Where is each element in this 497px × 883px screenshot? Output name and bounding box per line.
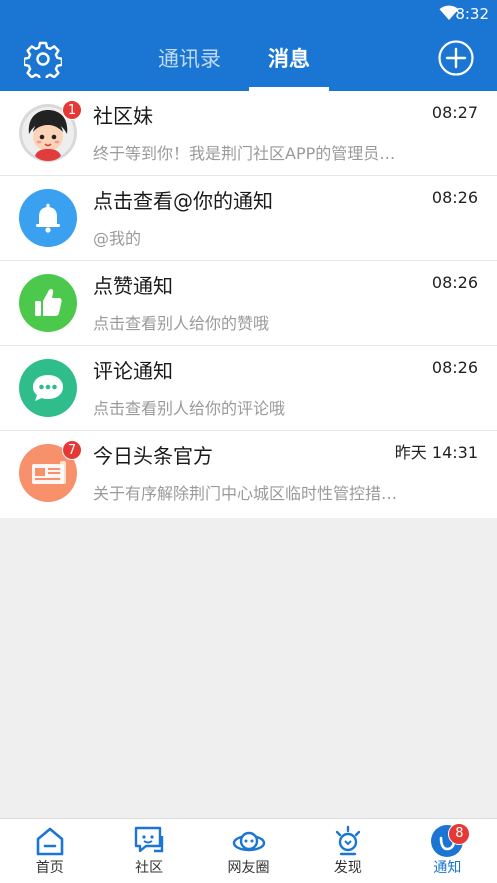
comment-icon <box>19 359 77 417</box>
nav-label: 社区 <box>135 860 164 876</box>
message-sender: 今日头条官方 <box>93 444 213 468</box>
nav-home[interactable]: 首页 <box>0 819 99 883</box>
nav-unread-badge: 8 <box>448 823 471 845</box>
unread-badge: 7 <box>62 440 82 460</box>
message-preview: 终于等到你！我是荆门社区APP的管理员… <box>93 144 396 163</box>
bottom-nav: 首页 社区 网友圈 发现 8 通知 <box>0 818 497 883</box>
message-sender: 点赞通知 <box>93 274 173 298</box>
header-tabs: 通讯录 消息 <box>150 28 329 91</box>
message-preview: 点击查看别人给你的赞哦 <box>93 314 270 333</box>
message-row-community-girl[interactable]: 1 社区妹 终于等到你！我是荆门社区APP的管理员… 08:27 <box>0 91 497 176</box>
message-list: 1 社区妹 终于等到你！我是荆门社区APP的管理员… 08:27 点击查看@你的… <box>0 91 497 518</box>
message-time: 08:27 <box>431 103 478 122</box>
nav-label: 通知 <box>433 860 462 876</box>
bell-icon <box>19 189 77 247</box>
status-time: 8:32 <box>455 5 489 23</box>
unread-badge: 1 <box>62 100 82 120</box>
message-preview: @我的 <box>93 229 142 248</box>
thumbs-up-icon <box>19 274 77 332</box>
message-preview: 关于有序解除荆门中心城区临时性管控措… <box>93 484 398 503</box>
plus-circle-icon[interactable] <box>438 40 474 76</box>
message-sender: 评论通知 <box>93 359 173 383</box>
nav-discover[interactable]: 发现 <box>298 819 397 883</box>
planet-icon <box>232 831 265 852</box>
community-icon <box>134 826 164 853</box>
status-bar: 8:32 <box>0 0 497 28</box>
nav-label: 首页 <box>35 860 64 876</box>
message-time: 08:26 <box>431 188 478 207</box>
nav-community[interactable]: 社区 <box>99 819 198 883</box>
message-row-mentions[interactable]: 点击查看@你的通知 @我的 08:26 <box>0 176 497 261</box>
home-icon <box>36 827 64 856</box>
tab-messages[interactable]: 消息 <box>249 28 329 91</box>
top-bar: 通讯录 消息 <box>0 28 497 91</box>
message-time: 08:26 <box>431 358 478 377</box>
message-preview: 点击查看别人给你的评论哦 <box>93 399 286 418</box>
message-time: 08:26 <box>431 273 478 292</box>
message-row-likes[interactable]: 点赞通知 点击查看别人给你的赞哦 08:26 <box>0 261 497 346</box>
discover-icon <box>335 825 361 856</box>
nav-friends-circle[interactable]: 网友圈 <box>199 819 298 883</box>
message-sender: 点击查看@你的通知 <box>93 189 273 213</box>
tab-contacts[interactable]: 通讯录 <box>150 28 229 91</box>
app-screen: 8:32 通讯录 消息 1 社区妹 终于等到你！我是荆门社区APP的管理员… 0… <box>0 0 497 883</box>
message-row-comments[interactable]: 评论通知 点击查看别人给你的评论哦 08:26 <box>0 346 497 431</box>
nav-notifications[interactable]: 8 通知 <box>398 819 497 883</box>
message-time: 昨天 14:31 <box>394 443 478 462</box>
message-row-toutiao[interactable]: 7 今日头条官方 关于有序解除荆门中心城区临时性管控措… 昨天 14:31 <box>0 431 497 518</box>
nav-label: 网友圈 <box>227 860 270 876</box>
gear-icon[interactable] <box>24 40 62 78</box>
nav-label: 发现 <box>333 860 362 876</box>
message-sender: 社区妹 <box>93 104 153 128</box>
